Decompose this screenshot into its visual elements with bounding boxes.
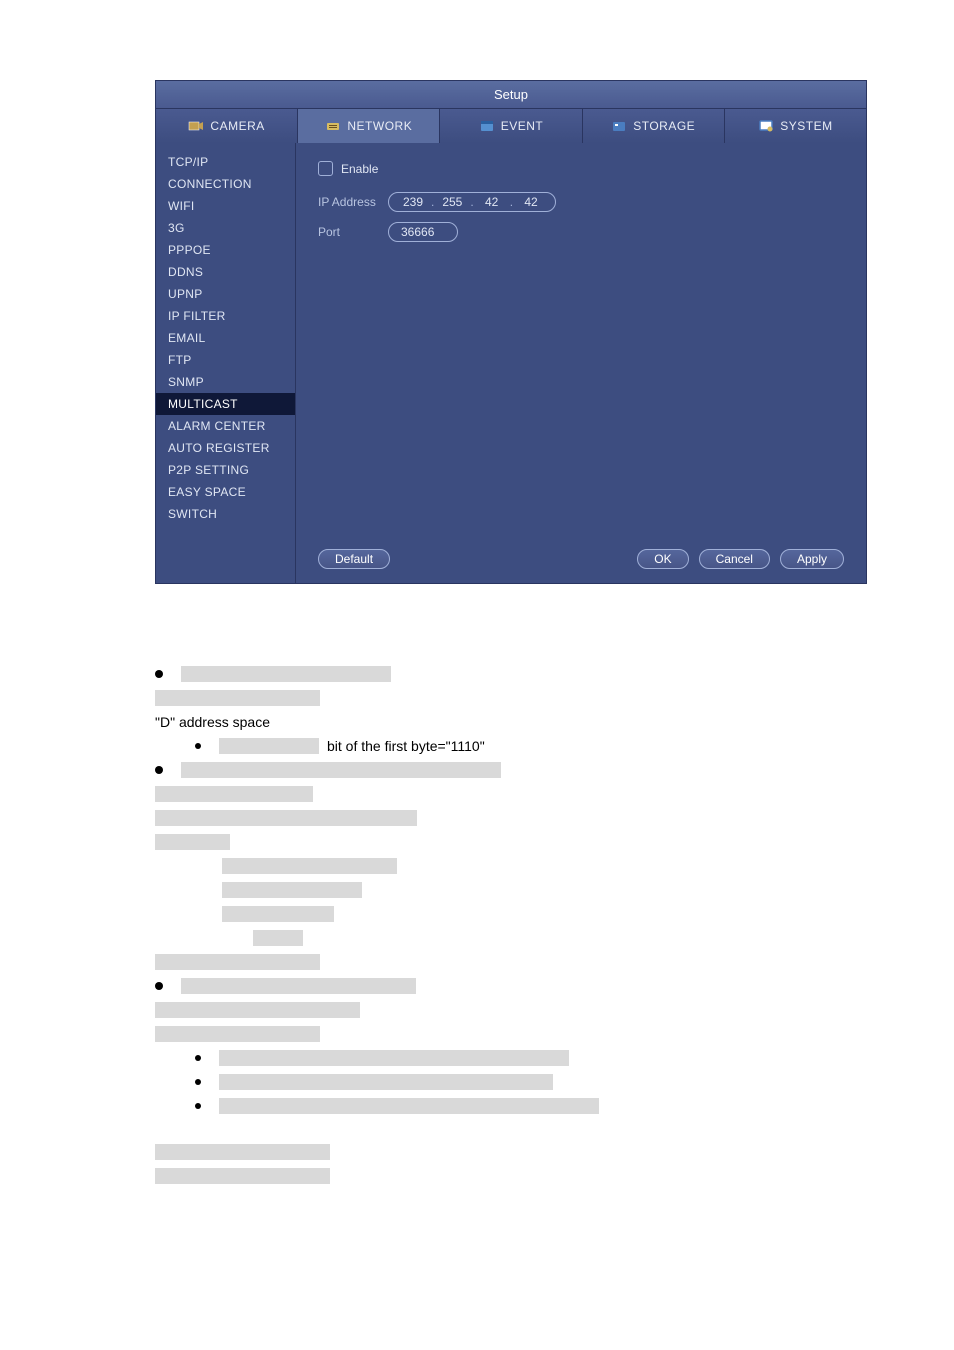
sidebar-item-autoregister[interactable]: AUTO REGISTER (156, 437, 295, 459)
redacted-text (181, 978, 416, 994)
sidebar-item-connection[interactable]: CONNECTION (156, 173, 295, 195)
redacted-text (219, 1050, 569, 1066)
default-button[interactable]: Default (318, 549, 390, 569)
bullet-icon (195, 1103, 201, 1109)
ok-button[interactable]: OK (637, 549, 688, 569)
bullet-icon (155, 982, 163, 990)
redacted-text (222, 882, 362, 898)
ip-dot: . (470, 195, 473, 209)
bullet-icon (155, 670, 163, 678)
tab-label: CAMERA (210, 119, 264, 133)
sidebar-item-pppoe[interactable]: PPPOE (156, 239, 295, 261)
redacted-text (222, 906, 334, 922)
body-area: TCP/IP CONNECTION WIFI 3G PPPOE DDNS UPN… (156, 143, 866, 583)
sidebar-item-alarmcenter[interactable]: ALARM CENTER (156, 415, 295, 437)
sidebar-item-ipfilter[interactable]: IP FILTER (156, 305, 295, 327)
redacted-text (181, 762, 501, 778)
redacted-text (155, 954, 320, 970)
cancel-button[interactable]: Cancel (699, 549, 770, 569)
tab-camera[interactable]: CAMERA (156, 109, 298, 143)
tab-label: NETWORK (347, 119, 412, 133)
bullet-icon (195, 743, 201, 749)
port-row: Port 36666 (318, 222, 844, 242)
sidebar-item-tcpip[interactable]: TCP/IP (156, 151, 295, 173)
left-buttons: Default (318, 549, 390, 569)
bullet-icon (155, 766, 163, 774)
sidebar-item-email[interactable]: EMAIL (156, 327, 295, 349)
ip-octet-2[interactable]: 42 (478, 195, 506, 209)
tab-system[interactable]: SYSTEM (725, 109, 866, 143)
redacted-text (155, 1168, 330, 1184)
setup-window: Setup CAMERA NETWORK EVENT STORAGE (155, 80, 867, 584)
doc-text: bit of the first byte="1110" (327, 738, 485, 754)
doc-text: "D" address space (155, 714, 270, 730)
tab-network[interactable]: NETWORK (298, 109, 440, 143)
event-icon (479, 119, 495, 133)
redacted-text (219, 1074, 553, 1090)
tab-label: EVENT (501, 119, 544, 133)
button-row: Default OK Cancel Apply (318, 549, 844, 569)
port-label: Port (318, 225, 388, 239)
ip-row: IP Address 239 . 255 . 42 . 42 (318, 192, 844, 212)
port-input[interactable]: 36666 (388, 222, 458, 242)
content-panel: Enable IP Address 239 . 255 . 42 . 42 Po… (296, 143, 866, 583)
ip-octet-0[interactable]: 239 (399, 195, 427, 209)
ip-octet-1[interactable]: 255 (438, 195, 466, 209)
ip-dot: . (510, 195, 513, 209)
redacted-text (219, 1098, 599, 1114)
redacted-text (222, 858, 397, 874)
tab-label: STORAGE (633, 119, 695, 133)
window-title: Setup (156, 81, 866, 109)
enable-label: Enable (341, 162, 378, 176)
ip-address-input[interactable]: 239 . 255 . 42 . 42 (388, 192, 556, 212)
redacted-text (219, 738, 319, 754)
tab-label: SYSTEM (780, 119, 832, 133)
redacted-text (155, 834, 230, 850)
camera-icon (188, 119, 204, 133)
tab-storage[interactable]: STORAGE (583, 109, 725, 143)
redacted-text (155, 690, 320, 706)
bullet-icon (195, 1079, 201, 1085)
redacted-text (253, 930, 303, 946)
ip-octet-3[interactable]: 42 (517, 195, 545, 209)
sidebar-item-upnp[interactable]: UPNP (156, 283, 295, 305)
right-buttons: OK Cancel Apply (637, 549, 844, 569)
enable-row: Enable (318, 161, 844, 176)
redacted-text (155, 1026, 320, 1042)
bullet-icon (195, 1055, 201, 1061)
sidebar-item-switch[interactable]: SWITCH (156, 503, 295, 525)
sidebar-item-easyspace[interactable]: EASY SPACE (156, 481, 295, 503)
sidebar-item-multicast[interactable]: MULTICAST (156, 393, 295, 415)
sidebar: TCP/IP CONNECTION WIFI 3G PPPOE DDNS UPN… (156, 143, 296, 583)
sidebar-item-ftp[interactable]: FTP (156, 349, 295, 371)
redacted-text (155, 786, 313, 802)
sidebar-item-p2psetting[interactable]: P2P SETTING (156, 459, 295, 481)
apply-button[interactable]: Apply (780, 549, 844, 569)
ip-dot: . (431, 195, 434, 209)
main-nav: CAMERA NETWORK EVENT STORAGE SYSTEM (156, 109, 866, 143)
enable-checkbox[interactable] (318, 161, 333, 176)
redacted-text (155, 1144, 330, 1160)
network-icon (325, 119, 341, 133)
redacted-text (181, 666, 391, 682)
sidebar-item-ddns[interactable]: DDNS (156, 261, 295, 283)
ip-label: IP Address (318, 195, 388, 209)
system-icon (758, 119, 774, 133)
document-text-area: "D" address space bit of the first byte=… (155, 664, 799, 1186)
redacted-text (155, 1002, 360, 1018)
storage-icon (611, 119, 627, 133)
sidebar-item-3g[interactable]: 3G (156, 217, 295, 239)
sidebar-item-wifi[interactable]: WIFI (156, 195, 295, 217)
tab-event[interactable]: EVENT (440, 109, 582, 143)
sidebar-item-snmp[interactable]: SNMP (156, 371, 295, 393)
redacted-text (155, 810, 417, 826)
